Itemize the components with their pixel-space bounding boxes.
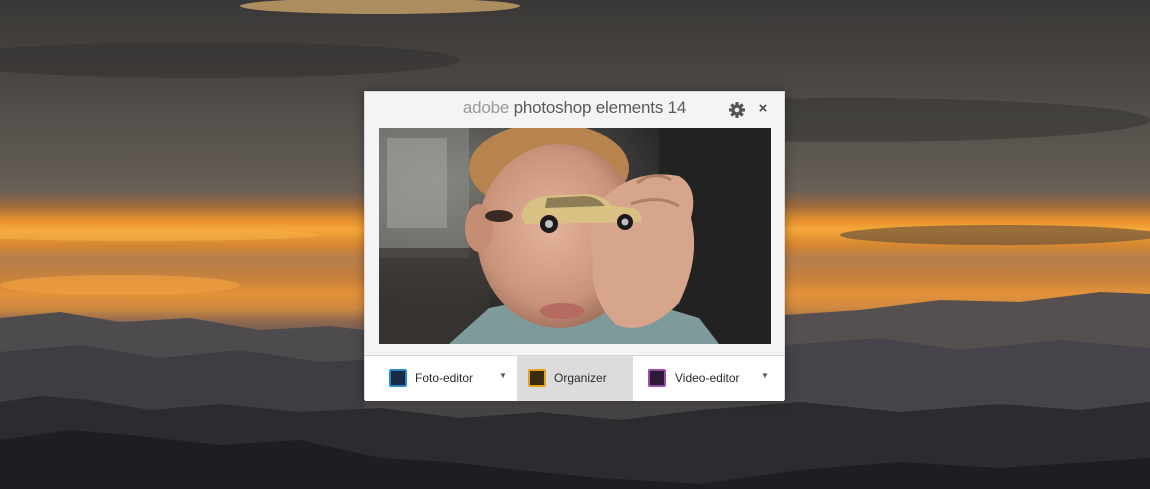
gear-icon-graphic: [729, 102, 745, 118]
photo-editor-button[interactable]: Foto-editor ▼: [365, 356, 517, 401]
photo-editor-icon: [389, 369, 407, 387]
title-product: photoshop elements 14: [513, 98, 687, 117]
video-editor-icon: [648, 369, 666, 387]
app-launch-bar: Foto-editor ▼ Organizer Video-editor ▼: [365, 355, 784, 401]
photo-editor-dropdown-icon[interactable]: ▼: [499, 371, 507, 380]
launcher-window: adobe photoshop elements 14 × Foto-edito…: [364, 91, 785, 401]
organizer-icon: [528, 369, 546, 387]
video-editor-dropdown-icon[interactable]: ▼: [761, 371, 769, 380]
photo-editor-label: Foto-editor: [415, 371, 474, 385]
gear-icon[interactable]: [728, 101, 746, 119]
title-bar: adobe photoshop elements 14 ×: [365, 92, 784, 128]
window-title: adobe photoshop elements 14: [365, 98, 784, 118]
organizer-label: Organizer: [554, 371, 607, 385]
close-icon[interactable]: ×: [755, 99, 771, 119]
video-editor-button[interactable]: Video-editor ▼: [633, 356, 784, 401]
video-editor-label: Video-editor: [675, 371, 740, 385]
boy-with-toy-car-photo: [379, 128, 771, 344]
organizer-button[interactable]: Organizer: [517, 356, 633, 401]
title-brand: adobe: [462, 98, 510, 117]
hero-image: [379, 128, 771, 344]
